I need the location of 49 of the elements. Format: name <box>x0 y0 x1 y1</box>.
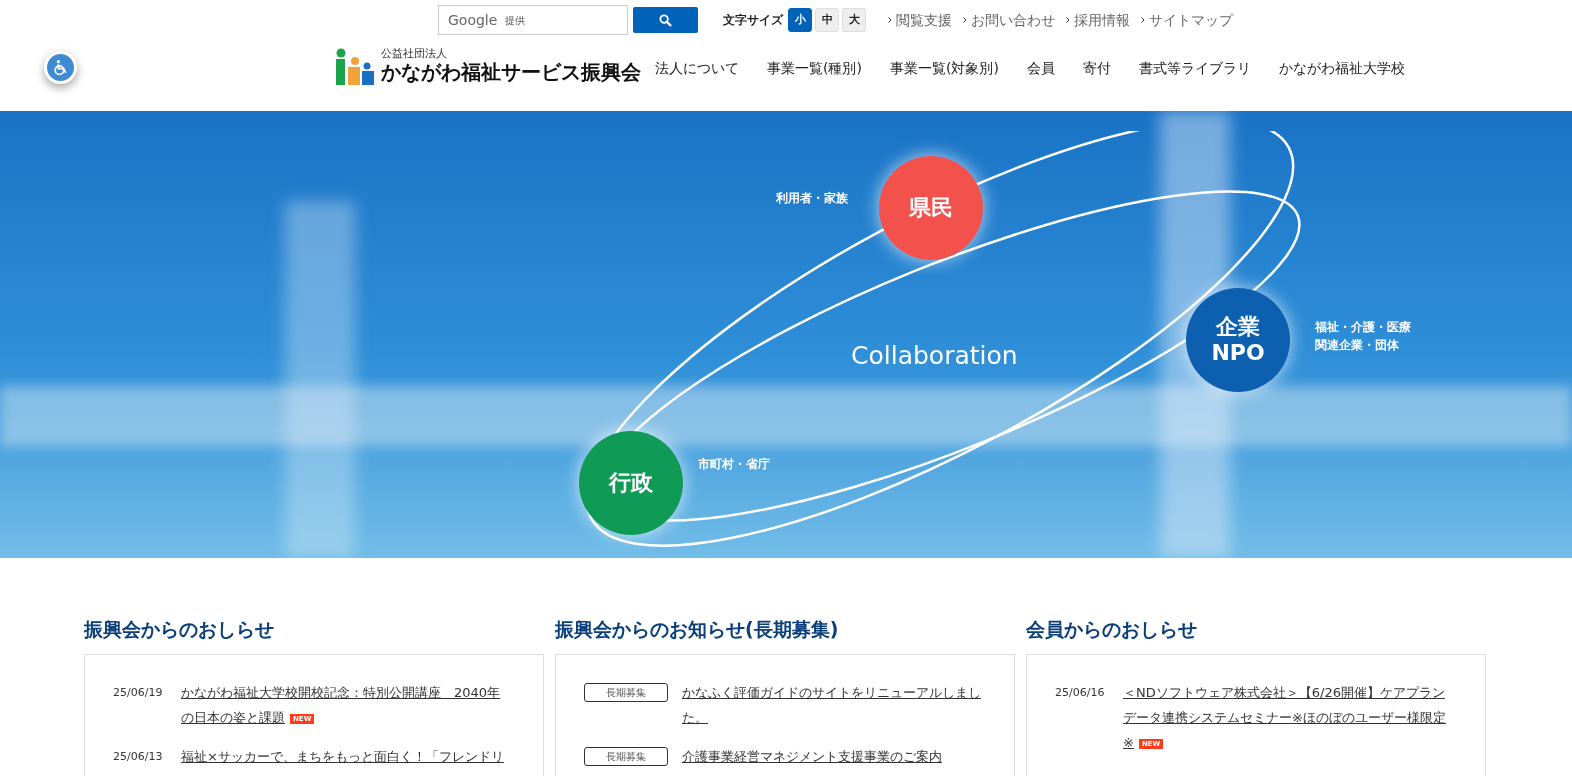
logo-name: かながわ福祉サービス振興会 <box>381 60 641 85</box>
nav-link[interactable]: 会員 <box>1026 57 1055 79</box>
wheelchair-icon <box>52 59 69 76</box>
collaboration-label: Collaboration <box>851 340 1018 372</box>
chevron-icon <box>1141 17 1145 23</box>
nav-link[interactable]: 寄付 <box>1082 57 1111 79</box>
node-label: 行政 <box>609 470 653 496</box>
font-size-button[interactable]: 小 <box>788 8 812 32</box>
news-date: 25/06/19 <box>113 685 164 701</box>
font-size-label: 文字サイズ <box>723 12 783 29</box>
search-input[interactable]: 提供 <box>505 12 606 28</box>
node-label: 県民 <box>909 195 953 221</box>
nav-link[interactable]: 事業一覧(対象別) <box>889 57 999 79</box>
search-field[interactable]: Google 提供 <box>438 5 628 35</box>
nav-link[interactable]: 書式等ライブラリ <box>1138 57 1251 79</box>
font-size-button[interactable]: 中 <box>815 8 839 32</box>
node-caption: 関連企業・団体 <box>1315 337 1400 354</box>
node-caption: 福祉・介護・医療 <box>1315 319 1411 336</box>
section-heading: 振興会からのおしらせ <box>84 617 275 642</box>
utility-link[interactable]: サイトマップ <box>1141 9 1233 31</box>
chevron-icon <box>963 17 967 23</box>
node-label: 企業 <box>1216 314 1260 340</box>
news-link[interactable]: かなふく評価ガイドのサイトをリニューアルしました。 <box>682 680 984 730</box>
google-label: Google <box>448 10 498 30</box>
news-link[interactable]: 福祉×サッカーで、まちをもっと面白く！「フレンドリ <box>181 744 504 769</box>
logo-icon <box>336 47 374 85</box>
node-caption: 市町村・省庁 <box>698 456 770 473</box>
utility-link[interactable]: 採用情報 <box>1066 9 1130 31</box>
node-label: NPO <box>1211 340 1265 366</box>
node-caption: 利用者・家族 <box>776 190 848 207</box>
search-button[interactable] <box>633 7 698 33</box>
chevron-icon <box>888 17 892 23</box>
search-icon <box>659 13 672 27</box>
nav-link[interactable]: かながわ福祉大学校 <box>1278 57 1405 79</box>
chevron-icon <box>1066 17 1070 23</box>
news-date: 25/06/13 <box>113 749 164 765</box>
logo-subtitle: 公益社団法人 <box>381 47 448 60</box>
news-date: 25/06/16 <box>1055 685 1106 701</box>
news-link[interactable]: 介護事業経営マネジメント支援事業のご案内 <box>682 744 942 769</box>
section-heading: 会員からのおしらせ <box>1026 617 1198 642</box>
nav-link[interactable]: 事業一覧(種別) <box>767 57 862 79</box>
utility-link[interactable]: お問い合わせ <box>963 9 1055 31</box>
category-tag: 長期募集 <box>584 747 668 766</box>
accessibility-button[interactable] <box>44 51 77 84</box>
section-heading: 振興会からのお知らせ(長期募集) <box>555 617 840 642</box>
category-tag: 長期募集 <box>584 683 668 702</box>
nav-link[interactable]: 法人について <box>655 57 739 79</box>
utility-link[interactable]: 閲覧支援 <box>888 9 952 31</box>
font-size-button[interactable]: 大 <box>842 8 866 32</box>
